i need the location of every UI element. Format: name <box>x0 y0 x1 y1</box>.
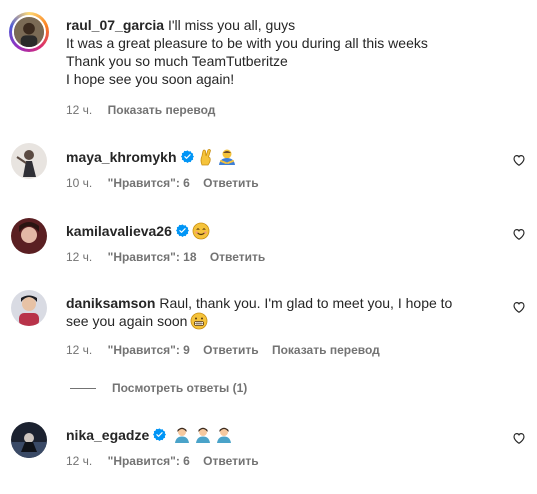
like-heart-icon[interactable] <box>512 227 526 241</box>
person-emoji-icon <box>175 427 190 443</box>
comment-meta: 12 ч. "Нравится": 6 Ответить <box>66 453 269 469</box>
person-emoji-icon <box>196 427 211 443</box>
smiling-face-emoji-icon <box>192 222 210 240</box>
crossed-fingers-emoji-icon <box>200 148 211 166</box>
avatar-image <box>14 17 44 47</box>
reply-button[interactable]: Ответить <box>203 176 258 190</box>
avatar-image <box>11 290 47 326</box>
likes-count[interactable]: "Нравится": 6 <box>108 454 190 468</box>
comment-text: nika_egadze <box>66 426 496 444</box>
avatar[interactable] <box>11 422 47 458</box>
like-heart-icon[interactable] <box>512 153 526 167</box>
comment-meta: 12 ч. Показать перевод <box>66 102 225 118</box>
avatar[interactable] <box>11 143 47 179</box>
translate-button[interactable]: Показать перевод <box>108 103 216 117</box>
translate-button[interactable]: Показать перевод <box>272 343 380 357</box>
reply-button[interactable]: Ответить <box>203 343 258 357</box>
verified-badge-icon <box>180 150 194 163</box>
timestamp[interactable]: 12 ч. <box>66 103 92 117</box>
reply-button[interactable]: Ответить <box>203 454 258 468</box>
comment-text: daniksamson Raul, thank you. I'm glad to… <box>66 295 453 330</box>
likes-count[interactable]: "Нравится": 6 <box>108 176 190 190</box>
like-heart-icon[interactable] <box>512 431 526 445</box>
comment-meta: 12 ч. "Нравится": 18 Ответить <box>66 249 275 265</box>
username[interactable]: maya_khromykh <box>66 149 177 165</box>
avatar-image <box>11 218 47 254</box>
person-emoji-icon <box>217 427 232 443</box>
verified-badge-icon <box>153 428 167 441</box>
avatar-image <box>11 422 47 458</box>
comment-meta: 10 ч. "Нравится": 6 Ответить <box>66 175 269 191</box>
username[interactable]: daniksamson <box>66 295 155 311</box>
timestamp[interactable]: 12 ч. <box>66 343 92 357</box>
timestamp[interactable]: 12 ч. <box>66 250 92 264</box>
likes-count[interactable]: "Нравится": 18 <box>108 250 197 264</box>
avatar[interactable] <box>11 218 47 254</box>
likes-count[interactable]: "Нравится": 9 <box>108 343 190 357</box>
comment-text: kamilavalieva26 <box>66 222 496 240</box>
verified-badge-icon <box>175 224 189 237</box>
reply-button[interactable]: Ответить <box>210 250 265 264</box>
comment-meta: 12 ч. "Нравится": 9 Ответить Показать пе… <box>66 342 390 358</box>
grimacing-face-emoji-icon <box>191 312 208 330</box>
replies-divider <box>70 388 96 390</box>
avatar-image <box>11 143 47 179</box>
timestamp[interactable]: 10 ч. <box>66 176 92 190</box>
comment-text: maya_khromykh <box>66 148 496 166</box>
avatar[interactable] <box>9 12 49 52</box>
like-heart-icon[interactable] <box>512 300 526 314</box>
person-hugging-emoji-icon <box>218 149 235 165</box>
view-replies-button[interactable]: Посмотреть ответы (1) <box>70 380 247 396</box>
username[interactable]: raul_07_garcia <box>66 17 164 33</box>
avatar[interactable] <box>11 290 47 326</box>
username[interactable]: kamilavalieva26 <box>66 223 172 239</box>
comment-text: raul_07_garcia I'll miss you all, guys I… <box>66 17 428 87</box>
username[interactable]: nika_egadze <box>66 427 149 443</box>
timestamp[interactable]: 12 ч. <box>66 454 92 468</box>
